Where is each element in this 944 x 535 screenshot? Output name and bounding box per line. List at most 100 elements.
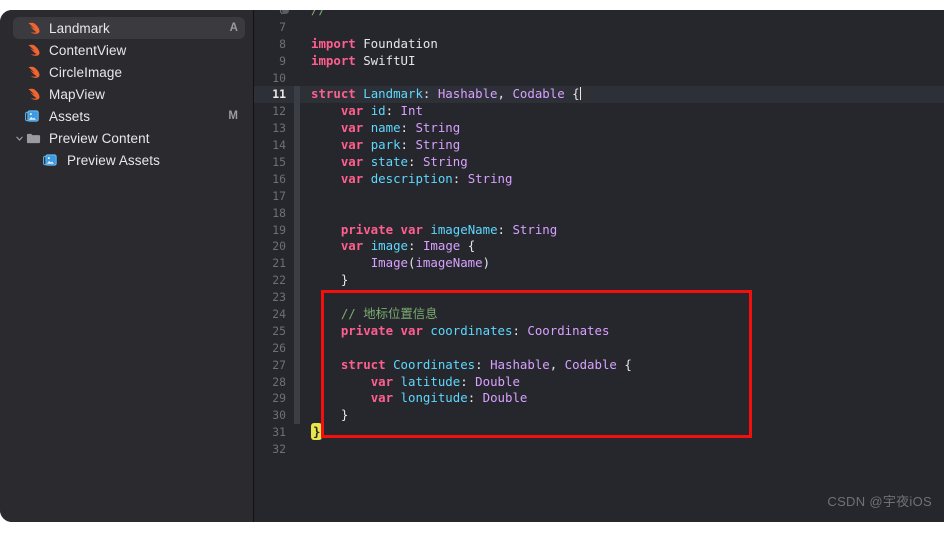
scope-indicator <box>294 70 300 87</box>
code-text[interactable]: } <box>300 272 944 289</box>
code-line[interactable]: 30 } <box>254 407 944 425</box>
code-line[interactable]: 15 var state: String <box>254 154 944 171</box>
code-text[interactable]: private var imageName: String <box>300 222 944 239</box>
code-editor[interactable]: 6//78import Foundation9import SwiftUI101… <box>254 10 944 522</box>
code-token: , <box>497 86 513 102</box>
line-number: 30 <box>272 408 286 423</box>
code-text[interactable]: Image(imageName) <box>300 255 944 272</box>
code-line[interactable]: 13 var name: String <box>254 120 944 138</box>
code-line[interactable]: 7 <box>254 19 944 36</box>
code-token: // <box>311 10 326 17</box>
code-line[interactable]: 22 } <box>254 272 944 290</box>
code-token: String <box>467 170 513 186</box>
code-token: var <box>340 154 364 170</box>
code-text[interactable]: // 地标位置信息 <box>300 306 944 323</box>
sidebar-item-preview-content[interactable]: Preview Content <box>13 127 245 149</box>
code-text[interactable]: import SwiftUI <box>300 53 944 70</box>
code-line[interactable]: 14 var park: String <box>254 137 944 155</box>
code-token: : <box>467 390 483 406</box>
code-token: var <box>340 103 364 119</box>
line-number: 19 <box>272 222 286 237</box>
code-token: import <box>311 35 356 51</box>
code-line[interactable]: 6// <box>254 10 944 19</box>
code-text[interactable]: // <box>300 10 944 19</box>
code-line[interactable]: 25 private var coordinates: Coordinates <box>254 322 944 340</box>
scope-indicator <box>294 289 300 307</box>
sidebar-item-landmark[interactable]: Landmark A <box>13 17 245 39</box>
code-line[interactable]: 16 var description: String <box>254 170 944 188</box>
sidebar-item-label: MapView <box>49 86 105 102</box>
code-line[interactable]: 32 <box>254 441 944 458</box>
sidebar-item-mapview[interactable]: MapView <box>13 83 245 105</box>
code-line[interactable]: 12 var id: Int <box>254 103 944 121</box>
code-line[interactable]: 27 struct Coordinates: Hashable, Codable… <box>254 356 944 374</box>
code-text[interactable]: var park: String <box>300 137 944 154</box>
code-text[interactable]: struct Landmark: Hashable, Codable { <box>300 86 944 103</box>
code-token: struct <box>311 86 356 102</box>
sidebar-item-circleimage[interactable]: CircleImage <box>13 61 245 83</box>
code-token: var <box>340 238 364 254</box>
line-number: 9 <box>279 53 286 68</box>
code-line[interactable]: 19 private var imageName: String <box>254 221 944 239</box>
line-number: 18 <box>272 205 286 220</box>
code-token: Image <box>370 255 408 271</box>
code-line-list[interactable]: 6//78import Foundation9import SwiftUI101… <box>254 10 944 458</box>
chevron-down-icon[interactable] <box>15 134 24 143</box>
code-token: : <box>475 356 491 372</box>
code-line[interactable]: 9 import SwiftUI <box>254 53 944 70</box>
code-token: String <box>422 154 468 170</box>
code-token: var <box>370 373 394 389</box>
code-text[interactable]: var longitude: Double <box>300 390 944 407</box>
code-line[interactable]: 28 var latitude: Double <box>254 373 944 391</box>
code-text[interactable]: var image: Image { <box>300 238 944 255</box>
folder-icon <box>26 133 41 143</box>
code-token: latitude <box>400 373 461 389</box>
sidebar-item-assets[interactable]: Assets M <box>13 105 245 127</box>
sidebar-item-preview-assets[interactable]: Preview Assets <box>13 149 245 171</box>
code-line[interactable]: 24 // 地标位置信息 <box>254 306 944 323</box>
code-token: var <box>340 137 364 153</box>
code-line[interactable]: 31} <box>254 423 944 441</box>
sidebar-item-contentview[interactable]: ContentView <box>13 39 245 61</box>
code-text[interactable]: var id: Int <box>300 103 944 120</box>
code-token: imageName <box>430 221 498 237</box>
project-navigator-sidebar[interactable]: Landmark A ContentView CircleImage MapView As… <box>0 10 254 522</box>
code-line[interactable]: 10 <box>254 70 944 87</box>
scope-indicator <box>294 339 300 357</box>
code-line[interactable]: 26 <box>254 339 944 357</box>
code-text[interactable]: var state: String <box>300 154 944 171</box>
code-text[interactable]: } <box>300 423 944 441</box>
code-line[interactable]: 8 import Foundation <box>254 36 944 53</box>
code-token: image <box>370 238 409 254</box>
code-line[interactable]: 21 Image(imageName) <box>254 255 944 273</box>
code-token: Hashable <box>490 356 550 372</box>
swift-file-icon <box>28 66 40 78</box>
code-line[interactable]: 17 <box>254 187 944 205</box>
code-text[interactable]: import Foundation <box>300 36 944 53</box>
code-line[interactable]: 23 <box>254 289 944 307</box>
code-text[interactable]: var name: String <box>300 120 944 137</box>
line-number: 12 <box>272 104 286 119</box>
code-token: : <box>400 120 416 136</box>
code-token: : <box>512 322 528 338</box>
code-text[interactable]: struct Coordinates: Hashable, Codable { <box>300 357 944 374</box>
scope-indicator <box>294 19 300 36</box>
code-text[interactable]: } <box>300 407 944 424</box>
code-line[interactable]: 18 <box>254 204 944 222</box>
line-number: 14 <box>272 138 286 153</box>
code-text[interactable]: private var coordinates: Coordinates <box>300 323 944 340</box>
code-line[interactable]: 29 var longitude: Double <box>254 390 944 408</box>
code-token: var <box>400 322 423 338</box>
code-line[interactable]: 11 struct Landmark: Hashable, Codable { <box>254 86 944 104</box>
code-text[interactable]: var description: String <box>300 171 944 188</box>
code-line[interactable]: 20 var image: Image { <box>254 238 944 256</box>
code-token: SwiftUI <box>355 52 416 68</box>
code-token: private <box>340 322 394 338</box>
code-text[interactable]: var latitude: Double <box>300 374 944 391</box>
screenshot-root: Landmark A ContentView CircleImage MapView As… <box>0 0 944 535</box>
